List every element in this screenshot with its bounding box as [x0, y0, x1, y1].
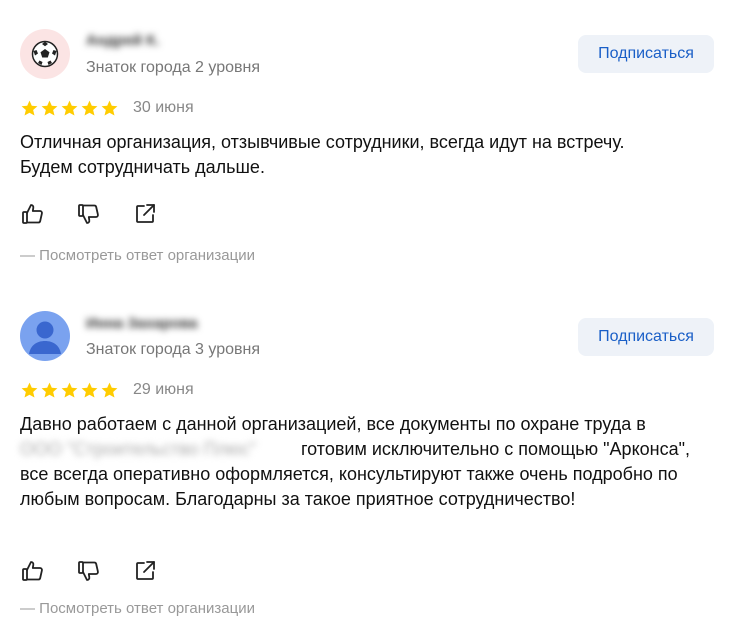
review-text: Давно работаем с данной организацией, вс…	[20, 412, 720, 512]
share-icon	[136, 561, 155, 580]
review-date: 30 июня	[133, 99, 194, 116]
dislike-button[interactable]	[76, 558, 102, 584]
thumbs-up-icon	[22, 561, 43, 581]
dislike-button[interactable]	[76, 201, 102, 227]
author-name[interactable]: Андрей К.	[86, 32, 160, 52]
star-icon	[81, 382, 98, 398]
review-text-part: Давно работаем с данной организацией, вс…	[20, 414, 646, 434]
view-org-reply-link[interactable]: — Посмотреть ответ организации	[20, 247, 255, 264]
thumbs-down-icon	[78, 204, 99, 224]
author-name[interactable]: Инна Захарова	[86, 315, 198, 335]
star-icon	[21, 382, 38, 398]
like-button[interactable]	[20, 558, 46, 584]
like-button[interactable]	[20, 201, 46, 227]
share-button[interactable]	[132, 558, 158, 584]
star-icon	[101, 100, 118, 116]
blurred-organization-name: ООО "Строительство Плюс"	[20, 439, 256, 459]
subscribe-button[interactable]: Подписаться	[578, 318, 714, 356]
star-icon	[61, 382, 78, 398]
star-icon	[81, 100, 98, 116]
review-text-line: Отличная организация, отзывчивые сотрудн…	[20, 132, 625, 152]
star-rating	[20, 99, 119, 118]
review-actions	[20, 201, 158, 227]
subscribe-button[interactable]: Подписаться	[578, 35, 714, 73]
soccer-ball-icon	[31, 40, 59, 68]
star-icon	[101, 382, 118, 398]
review-text-line: Будем сотрудничать дальше.	[20, 157, 265, 177]
rating-row: 29 июня	[20, 379, 194, 401]
star-icon	[21, 100, 38, 116]
author-avatar[interactable]	[20, 311, 70, 361]
star-icon	[41, 382, 58, 398]
review-text: Отличная организация, отзывчивые сотрудн…	[20, 130, 720, 180]
review-card: Инна Захарова Знаток города 3 уровня Под…	[0, 282, 736, 617]
star-rating	[20, 381, 119, 400]
author-level: Знаток города 2 уровня	[86, 59, 261, 76]
review-date: 29 июня	[133, 381, 194, 398]
user-avatar-icon	[29, 321, 61, 354]
star-icon	[41, 100, 58, 116]
share-button[interactable]	[132, 201, 158, 227]
rating-row: 30 июня	[20, 97, 194, 119]
star-icon	[61, 100, 78, 116]
review-actions	[20, 558, 158, 584]
author-avatar[interactable]	[20, 29, 70, 79]
view-org-reply-link[interactable]: — Посмотреть ответ организации	[20, 600, 255, 617]
thumbs-up-icon	[22, 204, 43, 224]
thumbs-down-icon	[78, 561, 99, 581]
author-level: Знаток города 3 уровня	[86, 341, 261, 358]
review-text-part: готовим исключительно с помощью	[301, 439, 599, 459]
review-card: Андрей К. Знаток города 2 уровня Подписа…	[0, 0, 736, 280]
share-icon	[136, 204, 155, 223]
